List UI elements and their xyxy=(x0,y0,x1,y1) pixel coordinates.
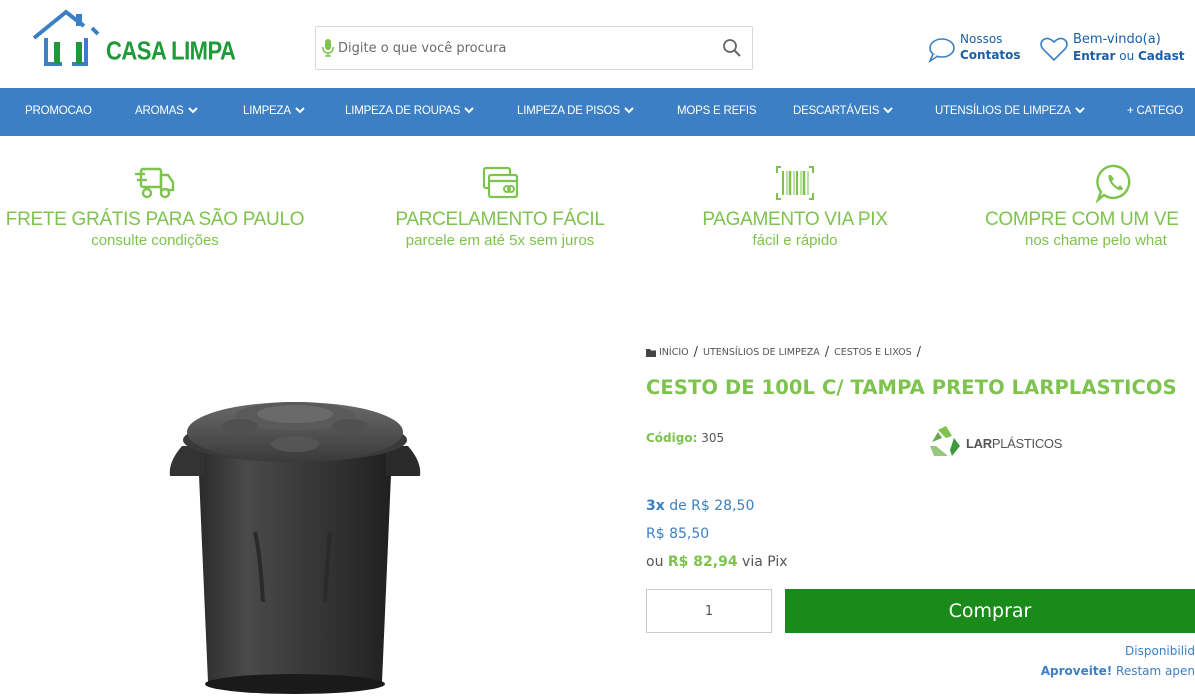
truck-icon xyxy=(135,167,175,199)
benefit-installments: PARCELAMENTO FÁCIL parcele em até 5x sem… xyxy=(375,163,625,249)
chevron-down-icon xyxy=(1075,107,1085,114)
benefit-subtitle: nos chame pelo what xyxy=(1025,232,1167,249)
heart-icon[interactable] xyxy=(1040,36,1068,62)
barcode-icon xyxy=(776,166,814,200)
installments-price: 3x de R$ 28,50 xyxy=(646,498,754,514)
search-input[interactable] xyxy=(338,27,718,69)
nav-item-limpeza-de-pisos[interactable]: LIMPEZA DE PISOS xyxy=(517,105,634,117)
chevron-down-icon xyxy=(624,107,634,114)
brand-rest: PLÁSTICOS xyxy=(991,436,1063,451)
product-title: CESTO DE 100L C/ TAMPA PRETO LARPLASTICO… xyxy=(646,376,1177,399)
folder-icon xyxy=(646,348,656,357)
site-logo[interactable]: CASA LIMPA xyxy=(32,8,242,72)
nav-item-label: LIMPEZA xyxy=(243,105,291,117)
nav-item-limpeza-de-roupas[interactable]: LIMPEZA DE ROUPAS xyxy=(345,105,474,117)
nav-item-descartaveis[interactable]: DESCARTÁVEIS xyxy=(793,105,893,117)
pix-price: ou R$ 82,94 via Pix xyxy=(646,554,788,570)
welcome-text: Bem-vindo(a) xyxy=(1073,32,1161,47)
credit-card-icon xyxy=(482,166,519,199)
buy-button[interactable]: Comprar xyxy=(785,589,1195,633)
nav-item-utensilios-de-limpeza[interactable]: UTENSÍLIOS DE LIMPEZA xyxy=(935,105,1085,117)
nav-item-aromas[interactable]: AROMAS xyxy=(135,105,198,117)
nav-item-more-categories[interactable]: + CATEGO xyxy=(1127,105,1183,117)
chevron-down-icon xyxy=(464,107,474,114)
chevron-down-icon xyxy=(187,107,198,114)
benefit-subtitle: consulte condições xyxy=(91,232,219,249)
benefit-title: FRETE GRÁTIS PARA SÃO PAULO xyxy=(5,209,305,230)
search-bar xyxy=(315,26,753,70)
breadcrumb-item[interactable]: INÍCIO xyxy=(659,347,689,358)
breadcrumb-separator: / xyxy=(693,345,699,360)
nav-item-label: + CATEGO xyxy=(1127,105,1184,117)
breadcrumb: INÍCIO / UTENSÍLIOS DE LIMPEZA / CESTOS … xyxy=(646,345,926,360)
code-label: Código: xyxy=(646,431,698,445)
brand-bold: LAR xyxy=(966,436,992,451)
chevron-down-icon xyxy=(883,107,893,114)
contacts-line1: Nossos xyxy=(960,32,1003,46)
benefit-pix: PAGAMENTO VIA PIX fácil e rápido xyxy=(680,163,910,249)
microphone-icon[interactable] xyxy=(322,39,334,57)
breadcrumb-item[interactable]: CESTOS E LIXOS xyxy=(834,347,912,358)
benefit-title: PAGAMENTO VIA PIX xyxy=(702,209,888,230)
benefit-title: COMPRE COM UM VE xyxy=(985,209,1179,230)
installments-text: de R$ 28,50 xyxy=(664,498,755,514)
login-link[interactable]: Entrar xyxy=(1073,49,1115,63)
chat-bubble-icon xyxy=(928,38,955,64)
pix-price-value: R$ 82,94 xyxy=(667,554,738,570)
nav-item-limpeza[interactable]: LIMPEZA xyxy=(243,105,305,117)
breadcrumb-separator: / xyxy=(916,345,922,360)
brand-logo[interactable]: LARPLÁSTICOS xyxy=(928,420,1078,464)
promo-bold: Aproveite! xyxy=(1040,664,1113,678)
search-icon[interactable] xyxy=(722,38,742,58)
brand-text: LARPLÁSTICOS xyxy=(966,436,1062,451)
category-nav: PROMOCAO AROMAS LIMPEZA LIMPEZA DE ROUPA… xyxy=(0,88,1195,136)
product-code: Código: 305 xyxy=(646,431,724,445)
nav-item-label: DESCARTÁVEIS xyxy=(793,105,880,117)
logo-text: CASA LIMPA xyxy=(106,36,236,66)
stock-promo-text: Aproveite! Restam apen xyxy=(960,664,1195,678)
pix-prefix: ou xyxy=(646,554,668,570)
nav-item-label: AROMAS xyxy=(135,105,184,117)
breadcrumb-separator: / xyxy=(824,345,830,360)
nav-item-label: MOPS E REFIS xyxy=(677,105,757,117)
benefit-subtitle: parcele em até 5x sem juros xyxy=(405,232,595,249)
chevron-down-icon xyxy=(295,107,305,114)
site-header: CASA LIMPA Nossos Contatos Bem-vindo(a) … xyxy=(0,0,1195,88)
availability-text: Disponibilid xyxy=(1125,644,1195,658)
benefit-whatsapp: COMPRE COM UM VE nos chame pelo what xyxy=(985,163,1195,249)
installments-count: 3x xyxy=(646,498,665,514)
promo-text: Restam apen xyxy=(1112,664,1195,678)
benefit-free-shipping: FRETE GRÁTIS PARA SÃO PAULO consulte con… xyxy=(0,163,320,249)
product-image[interactable] xyxy=(160,392,430,700)
benefit-subtitle: fácil e rápido xyxy=(752,232,838,249)
nav-item-label: PROMOCAO xyxy=(25,105,92,117)
nav-item-mops-e-refis[interactable]: MOPS E REFIS xyxy=(677,105,757,117)
nav-item-promocao[interactable]: PROMOCAO xyxy=(25,105,92,117)
or-text: ou xyxy=(1115,49,1138,63)
nav-item-label: LIMPEZA DE ROUPAS xyxy=(345,105,461,117)
contacts-line2: Contatos xyxy=(960,48,1021,62)
register-link[interactable]: Cadast xyxy=(1138,49,1184,63)
recycle-icon xyxy=(930,426,960,456)
whatsapp-icon xyxy=(1095,164,1131,203)
account-area: Bem-vindo(a) Entrar ou Cadast xyxy=(1040,32,1195,66)
benefit-title: PARCELAMENTO FÁCIL xyxy=(395,209,605,230)
nav-item-label: LIMPEZA DE PISOS xyxy=(517,105,620,117)
login-register: Entrar ou Cadast xyxy=(1073,49,1184,63)
quantity-input[interactable] xyxy=(646,589,772,633)
pix-suffix: via Pix xyxy=(737,554,788,570)
nav-item-label: UTENSÍLIOS DE LIMPEZA xyxy=(935,105,1071,117)
product-price: R$ 85,50 xyxy=(646,526,710,542)
breadcrumb-item[interactable]: UTENSÍLIOS DE LIMPEZA xyxy=(703,347,820,358)
code-value: 305 xyxy=(701,431,725,445)
